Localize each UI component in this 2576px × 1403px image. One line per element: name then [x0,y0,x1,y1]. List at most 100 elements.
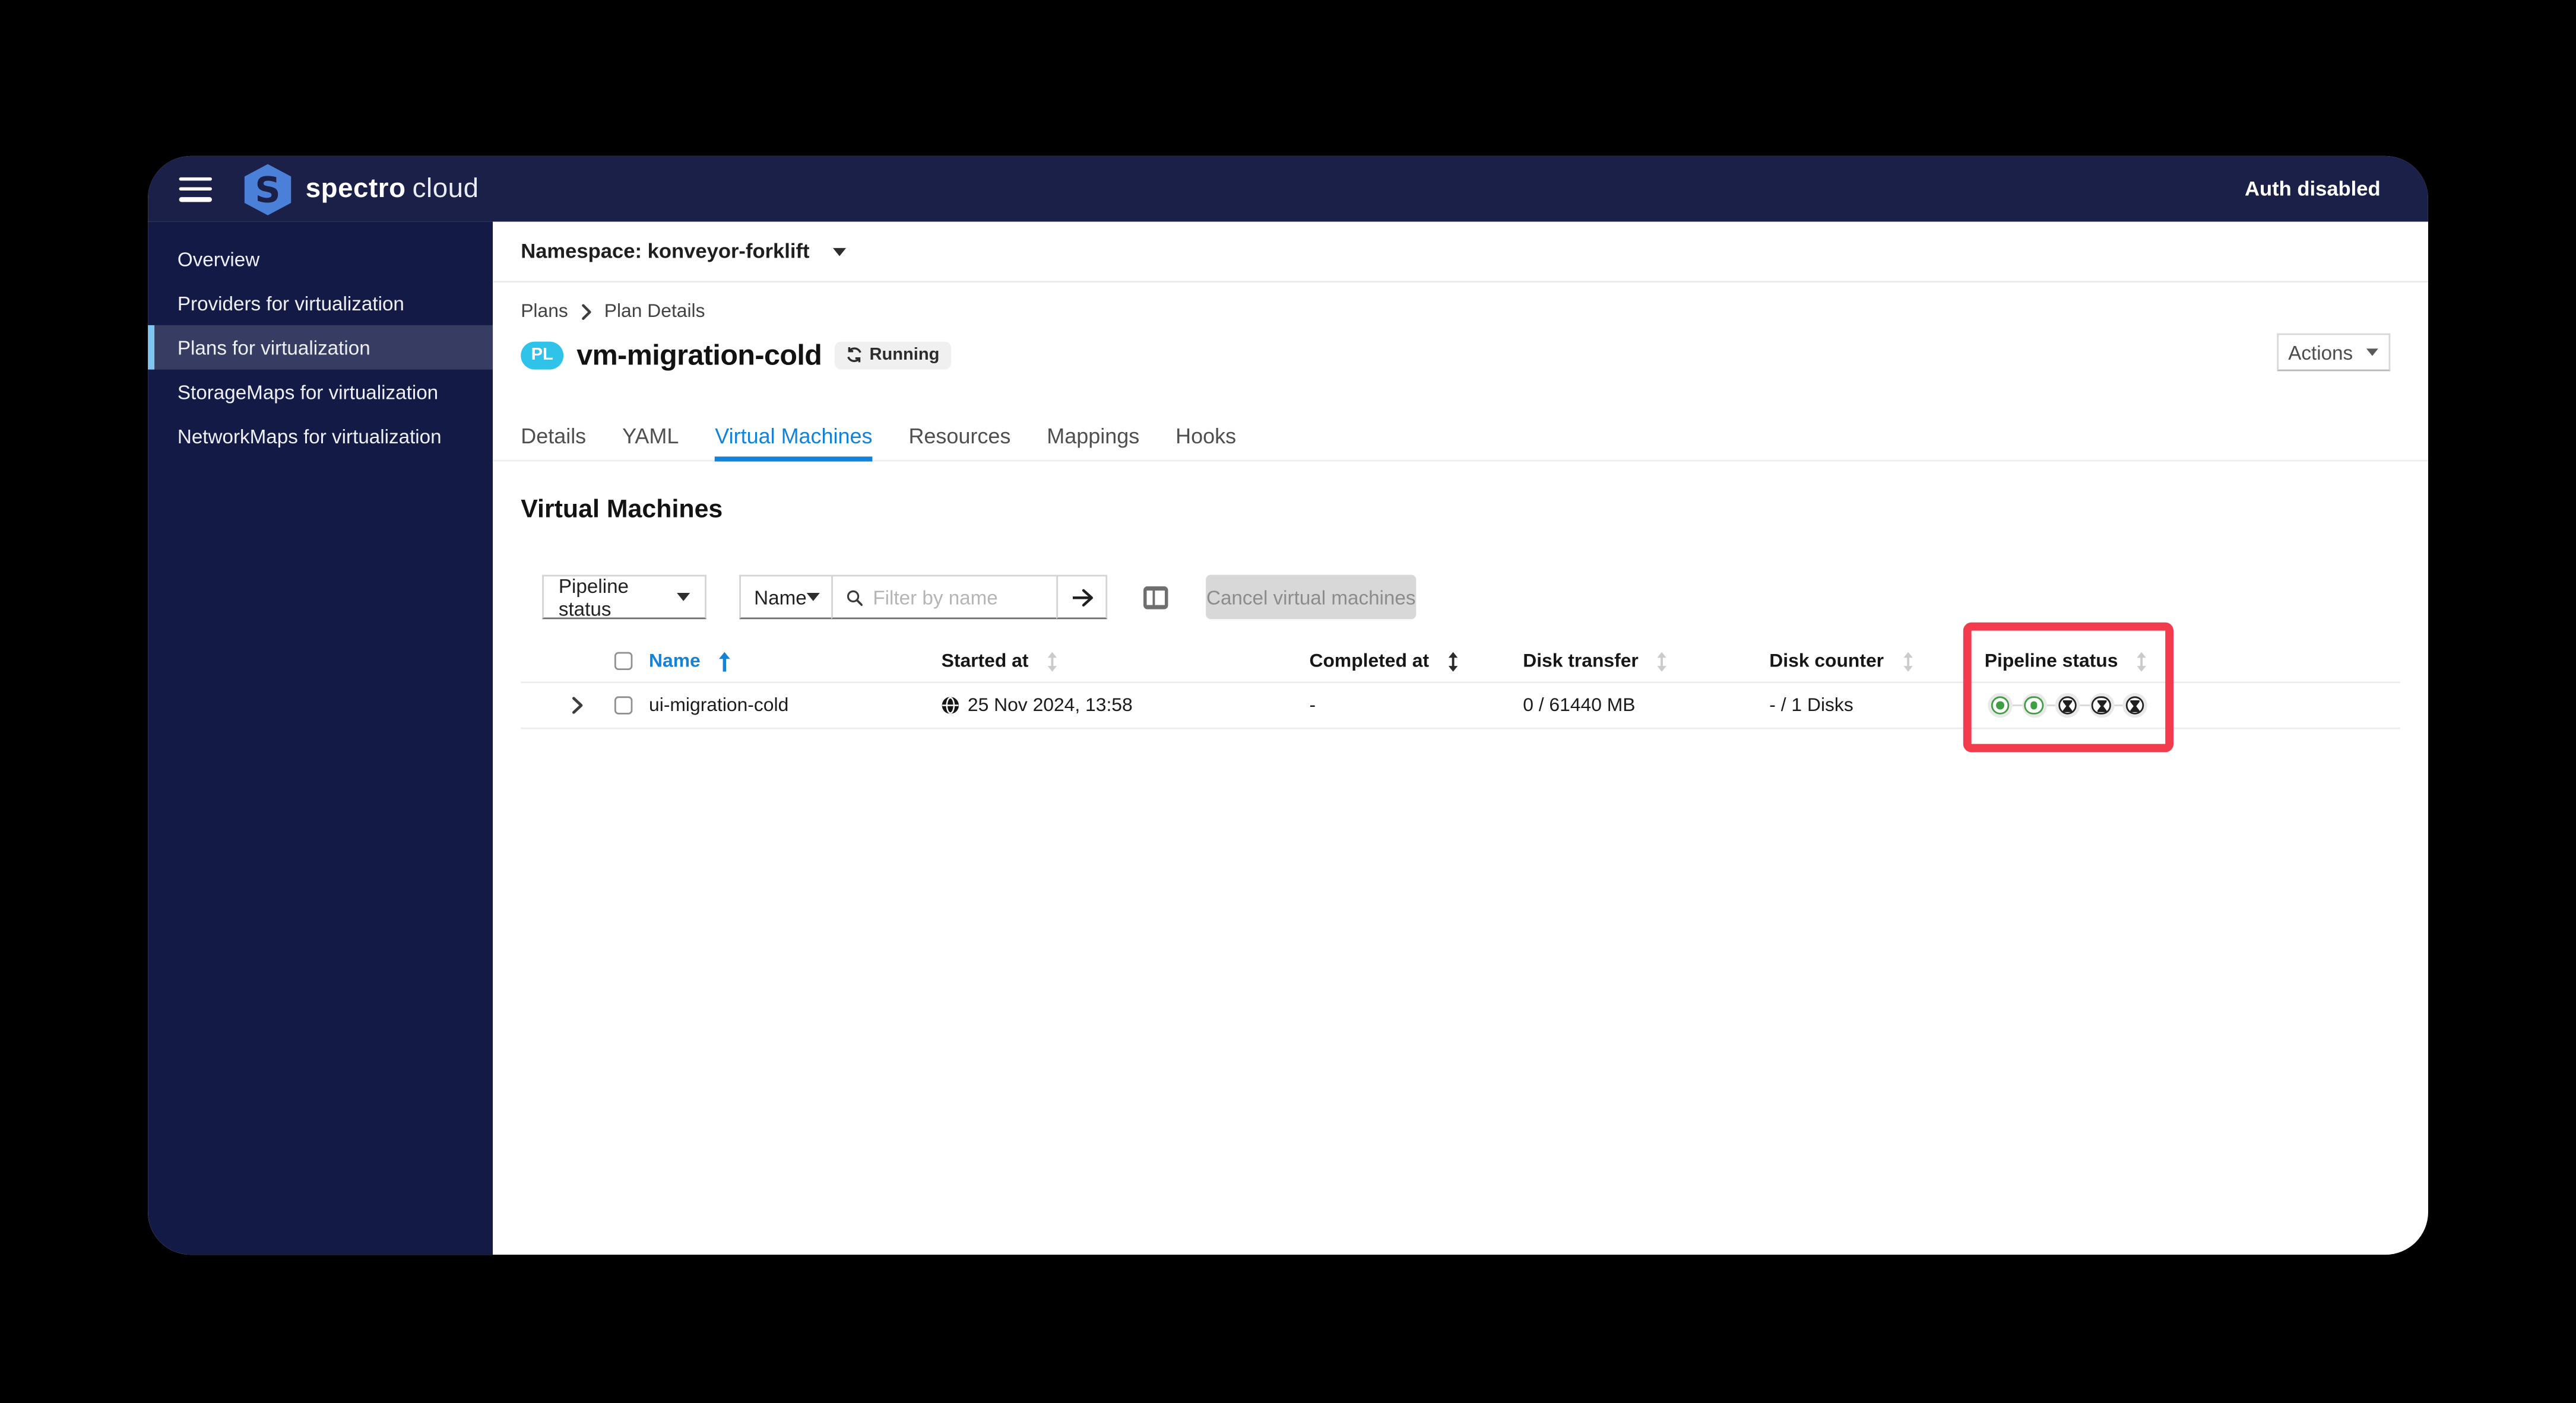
breadcrumb-chevron-right-icon [581,304,591,320]
breadcrumb: Plans Plan Details [521,299,705,325]
pipeline-connector [2080,704,2089,707]
manage-columns-icon [1143,585,1168,609]
app-header: S spectro cloud Auth disabled [148,155,2428,222]
table-row: ui-migration-cold 25 Nov 2024, 13:58 - 0… [521,683,2400,729]
hourglass-icon [2096,699,2106,712]
tab-details[interactable]: Details [521,411,586,460]
brand-secondary: cloud [412,173,479,203]
namespace-bar: Namespace: konveyor-forklift [493,222,2428,282]
pipeline-step-pending-icon [2122,693,2147,718]
cell-name[interactable]: ui-migration-cold [649,696,942,715]
cell-completed-at: - [1309,695,1316,716]
pipeline-connector [2046,704,2055,707]
tab-label: Mappings [1047,423,1140,448]
tab-label: YAML [622,423,679,448]
tab-yaml[interactable]: YAML [622,411,679,460]
search-input[interactable] [873,585,1044,609]
column-header-disk-transfer[interactable]: Disk transfer [1523,651,1769,671]
brand-primary: spectro [305,173,406,203]
select-all-checkbox[interactable] [614,652,633,671]
chevron-down-icon [2366,348,2379,356]
pipeline-status-cell [1963,693,2185,718]
namespace-chevron-down-icon[interactable] [832,247,846,256]
cell-disk-counter: - / 1 Disks [1769,695,1853,716]
main-content: Namespace: konveyor-forklift Plans Plan … [493,221,2428,1255]
pipeline-status-filter-dropdown[interactable]: Pipeline status [542,574,706,620]
pipeline-step-completed-icon [2021,693,2046,718]
hourglass-icon [2130,699,2140,712]
column-label: Name [649,651,701,671]
sidebar-item-networkmaps[interactable]: NetworkMaps for virtualization [148,414,493,458]
tab-virtual-machines[interactable]: Virtual Machines [715,411,873,462]
sidebar-item-storagemaps[interactable]: StorageMaps for virtualization [148,370,493,414]
tab-mappings[interactable]: Mappings [1047,411,1139,460]
tab-label: Details [521,423,587,448]
namespace-label: Namespace: konveyor-forklift [521,240,810,263]
status-badge-label: Running [869,345,940,365]
spectro-cloud-logo-icon: S [240,160,296,218]
column-header-disk-counter[interactable]: Disk counter [1769,651,1963,671]
app-window: S spectro cloud Auth disabled Overview Pr… [148,155,2428,1255]
chevron-right-icon [572,697,583,714]
vm-toolbar: Pipeline status Name Cancel virtual [542,574,1417,620]
column-header-completed-at[interactable]: Completed at [1309,651,1523,671]
sidebar-item-plans[interactable]: Plans for virtualization [148,325,493,370]
chevron-down-icon [806,592,820,601]
column-header-pipeline-status[interactable]: Pipeline status [1963,651,2185,671]
sort-icon [1656,651,1668,671]
actions-button[interactable]: Actions [2277,333,2391,372]
row-checkbox[interactable] [614,696,633,715]
sidebar-item-overview[interactable]: Overview [148,236,493,281]
manage-columns-button[interactable] [1143,585,1168,609]
sidebar-item-providers[interactable]: Providers for virtualization [148,281,493,325]
globe-icon [942,697,959,714]
sidebar-item-label: Overview [177,247,260,271]
tab-label: Virtual Machines [715,423,873,448]
cell-started-at: 25 Nov 2024, 13:58 [942,696,1310,715]
column-header-name[interactable]: Name [649,651,942,671]
column-label: Disk transfer [1523,651,1639,671]
sort-ascending-icon [718,651,731,671]
breadcrumb-plans-link[interactable]: Plans [521,302,568,322]
sort-icon [1047,651,1058,671]
arrow-right-icon [1072,588,1092,606]
sidebar-item-label: Providers for virtualization [177,291,404,315]
plan-title-row: PL vm-migration-cold Running [521,334,951,376]
filter-field-label: Name [754,585,807,609]
column-label: Completed at [1309,651,1430,671]
pipeline-status-filter-label: Pipeline status [558,574,629,620]
chevron-down-icon [677,592,690,601]
tab-label: Resources [908,423,1011,448]
cancel-virtual-machines-button[interactable]: Cancel virtual machines [1206,574,1417,620]
tab-label: Hooks [1175,423,1237,448]
sort-icon [1902,651,1913,671]
sort-icon [2136,651,2147,671]
hourglass-icon [2062,699,2073,712]
column-label: Started at [941,651,1029,671]
tab-resources[interactable]: Resources [908,411,1010,460]
tab-hooks[interactable]: Hooks [1175,411,1236,460]
column-label: Disk counter [1769,651,1884,671]
pipeline-connector [2114,704,2123,707]
status-badge: Running [835,341,951,369]
sidebar-nav: Overview Providers for virtualization Pl… [148,221,493,1255]
auth-status-label: Auth disabled [2244,177,2381,201]
sidebar-item-label: Plans for virtualization [177,335,370,359]
pipeline-connector [2012,704,2022,707]
pipeline-step-pending-icon [2089,693,2114,718]
cell-disk-transfer: 0 / 61440 MB [1523,695,1636,716]
sidebar-item-label: NetworkMaps for virtualization [177,424,442,448]
filter-field-dropdown[interactable]: Name [739,574,833,620]
breadcrumb-plan-details: Plan Details [604,302,705,322]
search-box [831,574,1059,620]
row-expand-button[interactable] [521,696,606,714]
search-submit-button[interactable] [1056,574,1108,620]
actions-button-label: Actions [2288,341,2353,364]
sync-icon [847,347,862,363]
hamburger-menu-icon[interactable] [179,176,212,201]
table-header-row: Name Started at Completed at Disk transf… [521,640,2400,684]
search-icon [847,589,863,605]
svg-text:S: S [255,169,280,210]
column-header-started-at[interactable]: Started at [942,651,1310,671]
section-title: Virtual Machines [521,496,723,524]
